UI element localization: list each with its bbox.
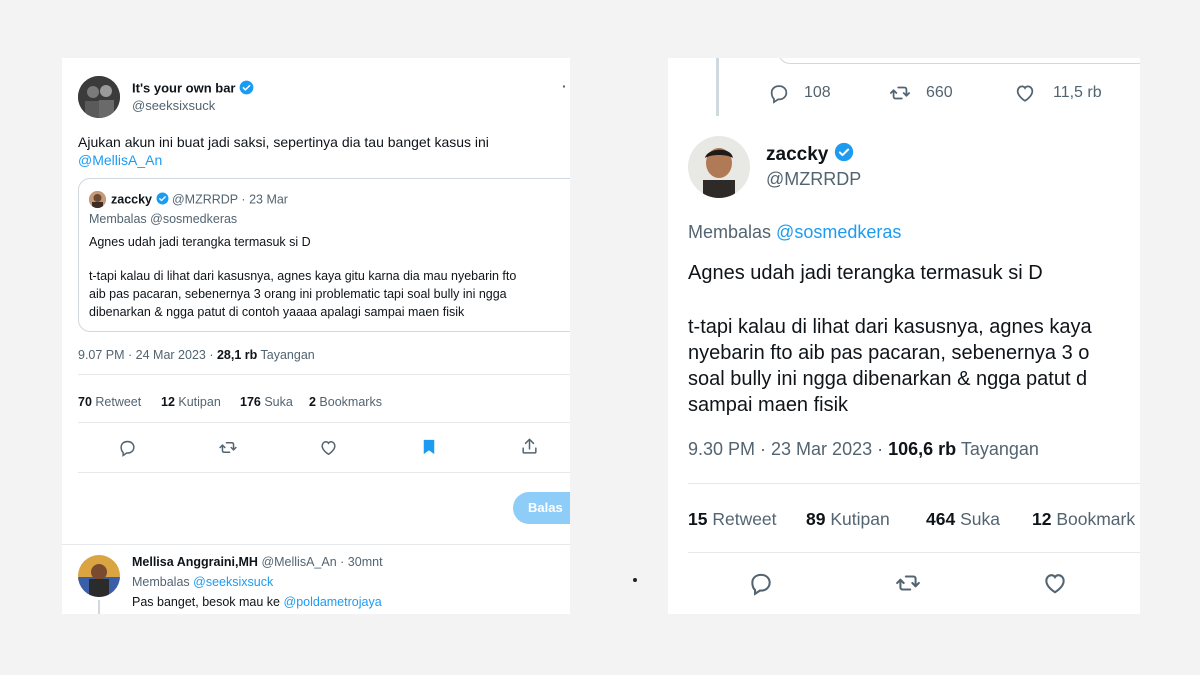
retweet-icon[interactable] [894, 570, 922, 596]
quote-author-handle: @MZRRDP [171, 192, 238, 207]
reply-replying-prefix: Membalas [132, 575, 190, 589]
tweet-text-line: nyebarin fto aib pas pacaran, sebenernya… [688, 342, 1090, 364]
share-icon[interactable] [520, 437, 539, 456]
prev-like-count: 11,5 rb [1053, 84, 1102, 101]
reply-text: Pas banget, besok mau ke [132, 595, 281, 609]
retweet-count[interactable]: 15 Retweet [688, 509, 777, 530]
replying-prefix: Membalas [688, 222, 772, 242]
prev-retweet-count: 660 [926, 84, 953, 101]
bookmark-icon[interactable] [420, 437, 438, 457]
verified-badge-icon [156, 192, 169, 208]
bookmark-count[interactable]: 12 Bookmark [1032, 509, 1135, 530]
retweet-icon[interactable] [218, 438, 238, 457]
previous-quote-card [778, 58, 1140, 64]
quote-count[interactable]: 12 Kutipan [161, 395, 221, 409]
tweet-views: 106,6 rb [888, 439, 957, 459]
quoted-tweet[interactable]: zaccky @MZRRDP · 23 Mar Membalas @sosmed… [78, 178, 570, 332]
quote-replying-to: @sosmedkeras [150, 212, 238, 226]
left-tweet-panel: It's your own bar @seeksixsuck · Ajukan … [62, 58, 570, 614]
like-count[interactable]: 464 Suka [926, 509, 1000, 530]
divider [688, 483, 1140, 484]
thread-line [716, 58, 719, 116]
quote-separator: · [241, 192, 246, 207]
more-icon[interactable]: · [562, 78, 567, 94]
quote-date: 23 Mar [249, 192, 288, 207]
tweet-text-line: Agnes udah jadi terangka termasuk si D [688, 262, 1043, 284]
author-handle[interactable]: @seeksixsuck [132, 98, 215, 113]
author-avatar[interactable] [78, 76, 120, 118]
tweet-text-line: sampai maen fisik [688, 394, 849, 416]
quote-text-line: t-tapi kalau di lihat dari kasusnya, agn… [89, 269, 517, 283]
quote-replying-prefix: Membalas [89, 212, 147, 226]
reply-button[interactable]: Balas [513, 492, 570, 524]
bookmark-count[interactable]: 2 Bookmarks [309, 395, 382, 409]
tweet-timestamp[interactable]: 9.07 PM · 24 Mar 2023 · [78, 348, 217, 362]
verified-badge-icon [239, 80, 254, 98]
tweet-text-line: soal bully ini ngga dibenarkan & ngga pa… [688, 368, 1088, 390]
tweet-text: Ajukan akun ini buat jadi saksi, seperti… [78, 134, 489, 150]
tweet-views-label: Tayangan [257, 348, 315, 362]
quote-avatar [89, 191, 106, 208]
verified-badge-icon [834, 142, 854, 168]
prev-reply-count: 108 [804, 84, 831, 101]
replying-to[interactable]: @sosmedkeras [776, 222, 901, 242]
divider [78, 422, 570, 423]
quote-text-line: dibenarkan & ngga patut di contoh yaaaa … [89, 305, 465, 319]
reply-mention[interactable]: @poldametrojaya [284, 595, 382, 609]
divider [78, 472, 570, 473]
like-icon[interactable] [1014, 82, 1036, 104]
tweet-views-label: Tayangan [956, 439, 1039, 459]
quote-text-line: Agnes udah jadi terangka termasuk si D [89, 235, 311, 249]
reply-author-handle[interactable]: @MellisA_An [261, 555, 336, 569]
like-count[interactable]: 176 Suka [240, 395, 293, 409]
reply-time[interactable]: 30mnt [348, 555, 383, 569]
reply-separator: · [340, 555, 345, 569]
retweet-icon[interactable] [888, 82, 912, 104]
like-icon[interactable] [319, 438, 338, 457]
reply-icon[interactable] [118, 438, 137, 457]
divider [62, 544, 570, 545]
author-name[interactable]: zaccky [766, 144, 828, 165]
like-icon[interactable] [1042, 570, 1068, 596]
tweet-mention[interactable]: @MellisA_An [78, 152, 162, 168]
author-name[interactable]: It's your own bar [132, 80, 236, 95]
divider [688, 552, 1140, 553]
quote-author-name: zaccky [111, 192, 153, 207]
author-handle[interactable]: @MZRRDP [766, 169, 861, 190]
tweet-meta: 9.30 PM · 23 Mar 2023 · 106,6 rb Tayanga… [688, 439, 1039, 460]
tweet-text-line: t-tapi kalau di lihat dari kasusnya, agn… [688, 316, 1092, 338]
tweet-views: 28,1 rb [216, 348, 258, 362]
tweet-timestamp[interactable]: 9.30 PM · 23 Mar 2023 · [688, 439, 888, 459]
reply-author-name[interactable]: Mellisa Anggraini,MH [132, 555, 258, 569]
divider [78, 374, 570, 375]
reply-replying-to[interactable]: @seeksixsuck [193, 575, 273, 589]
retweet-count[interactable]: 70 Retweet [78, 395, 141, 409]
thread-line [98, 600, 100, 614]
reply-author-avatar[interactable] [78, 555, 120, 597]
tweet-meta: 9.07 PM · 24 Mar 2023 · 28,1 rb Tayangan [78, 348, 315, 362]
author-avatar[interactable] [688, 136, 750, 198]
quote-count[interactable]: 89 Kutipan [806, 509, 890, 530]
right-tweet-panel: 108 660 11,5 rb zaccky @MZRRDP Membalas … [668, 58, 1140, 614]
reply-icon[interactable] [768, 82, 790, 104]
quote-text-line: aib pas pacaran, sebenernya 3 orang ini … [89, 287, 507, 301]
reply-icon[interactable] [748, 570, 774, 596]
separator-dot [633, 578, 637, 582]
